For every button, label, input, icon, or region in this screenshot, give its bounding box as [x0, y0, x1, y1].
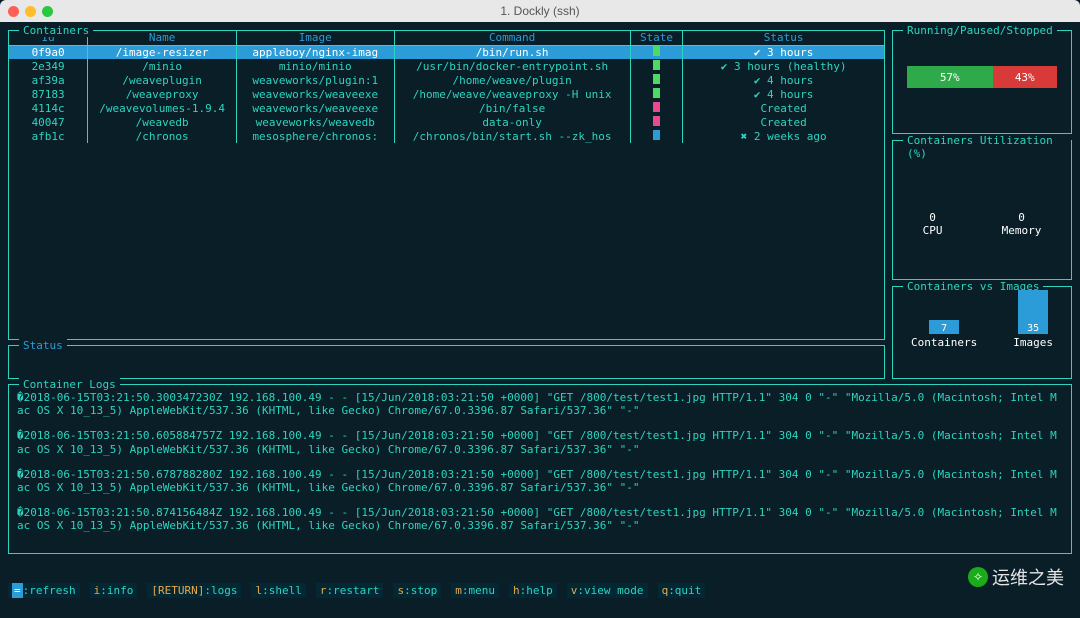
table-row[interactable]: afb1c/chronosmesosphere/chronos:/chronos… [9, 129, 884, 143]
rps-title: Running/Paused/Stopped [903, 24, 1057, 37]
state-indicator [653, 116, 660, 126]
table-row[interactable]: 87183/weaveproxyweaveworks/weaveexe/home… [9, 87, 884, 101]
containers-vs-images-panel: Containers vs Images 7 Containers 35 Ima… [892, 286, 1072, 379]
table-row[interactable]: 2e349/miniominio/minio/usr/bin/docker-en… [9, 59, 884, 73]
wechat-icon: ✧ [968, 567, 988, 587]
rps-bar: 57%43% [907, 66, 1057, 88]
containers-table[interactable]: IdNameImageCommandStateStatus 0f9a0/imag… [9, 31, 884, 143]
logs-panel: Container Logs �2018-06-15T03:21:50.3003… [8, 384, 1072, 554]
hint-shell[interactable]: l:shell [251, 583, 305, 598]
log-line: �2018-06-15T03:21:50.874156484Z 192.168.… [17, 506, 1063, 532]
containers-panel: Containers IdNameImageCommandStateStatus… [8, 30, 885, 340]
mem-util: 0Memory [1002, 211, 1042, 237]
logs-title: Container Logs [19, 378, 120, 391]
table-row[interactable]: 0f9a0/image-resizerappleboy/nginx-imag/b… [9, 45, 884, 59]
log-line: �2018-06-15T03:21:50.300347230Z 192.168.… [17, 391, 1063, 417]
col-status[interactable]: Status [683, 31, 884, 45]
table-row[interactable]: af39a/weavepluginweaveworks/plugin:1/hom… [9, 73, 884, 87]
log-line: �2018-06-15T03:21:50.605884757Z 192.168.… [17, 429, 1063, 455]
state-indicator [653, 60, 660, 70]
state-indicator [653, 130, 660, 140]
hint-quit[interactable]: q:quit [658, 583, 706, 598]
status-panel: Status [8, 345, 885, 379]
hint-view mode[interactable]: v:view mode [567, 583, 648, 598]
col-image[interactable]: Image [237, 31, 395, 45]
rps-segment: 57% [907, 66, 993, 88]
logs-content[interactable]: �2018-06-15T03:21:50.300347230Z 192.168.… [9, 385, 1071, 551]
status-title: Status [19, 339, 67, 352]
cpu-util: 0CPU [923, 211, 943, 237]
col-command[interactable]: Command [394, 31, 630, 45]
col-state[interactable]: State [630, 31, 683, 45]
state-indicator [653, 74, 660, 84]
utilization-panel: Containers Utilization (%) 0CPU 0Memory [892, 140, 1072, 280]
cvi-images: 35 Images [1013, 290, 1053, 349]
hint-restart[interactable]: r:restart [316, 583, 384, 598]
table-row[interactable]: 40047/weavedbweaveworks/weavedbdata-only… [9, 115, 884, 129]
hint-help[interactable]: h:help [509, 583, 557, 598]
state-indicator [653, 46, 660, 56]
hint-logs[interactable]: [RETURN]:logs [147, 583, 241, 598]
titlebar: 1. Dockly (ssh) [0, 0, 1080, 22]
hint-refresh[interactable]: =:refresh [8, 583, 80, 598]
state-indicator [653, 102, 660, 112]
hint-menu[interactable]: m:menu [451, 583, 499, 598]
rps-segment: 43% [993, 66, 1058, 88]
table-row[interactable]: 4114c/weavevolumes-1.9.4weaveworks/weave… [9, 101, 884, 115]
state-indicator [653, 88, 660, 98]
window-title: 1. Dockly (ssh) [0, 4, 1080, 18]
running-paused-stopped-panel: Running/Paused/Stopped 57%43% [892, 30, 1072, 134]
containers-title: Containers [19, 24, 93, 37]
util-title: Containers Utilization (%) [903, 134, 1071, 160]
col-name[interactable]: Name [88, 31, 237, 45]
watermark: ✧ 运维之美 [968, 564, 1064, 590]
hint-stop[interactable]: s:stop [393, 583, 441, 598]
footer-hints: =:refresh i:info [RETURN]:logs l:shell r:res… [8, 582, 1072, 598]
cvi-containers: 7 Containers [911, 320, 977, 349]
app: Containers IdNameImageCommandStateStatus… [0, 22, 1080, 580]
hint-info[interactable]: i:info [90, 583, 138, 598]
log-line: �2018-06-15T03:21:50.678788280Z 192.168.… [17, 468, 1063, 494]
